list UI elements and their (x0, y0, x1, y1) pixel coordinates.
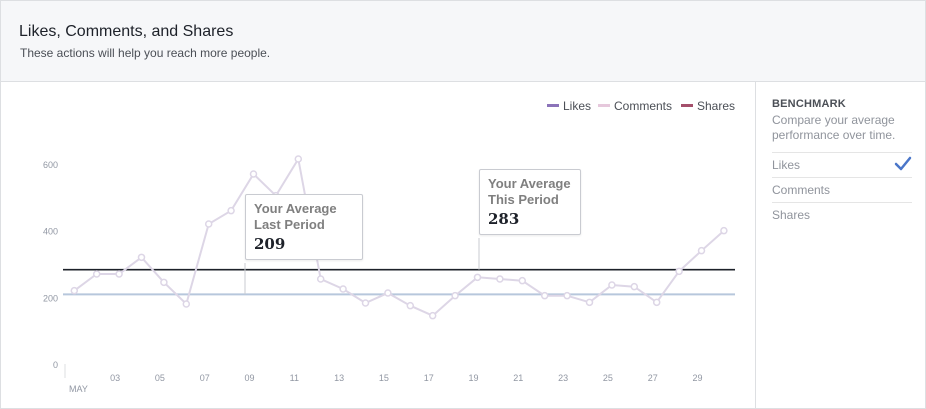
likes-data-point (294, 155, 303, 163)
x-tick-label: 03 (110, 373, 120, 383)
card-title: Likes, Comments, and Shares (19, 23, 234, 40)
x-tick-label: 29 (692, 373, 702, 383)
benchmark-panel: BENCHMARK Compare your average performan… (755, 82, 926, 408)
x-tick-label: 27 (648, 373, 658, 383)
likes-data-point (115, 270, 123, 278)
x-tick-label: 09 (244, 373, 254, 383)
likes-data-point (92, 270, 101, 278)
likes-data-point (697, 246, 706, 255)
likes-data-point (70, 286, 79, 295)
likes-data-point (473, 273, 482, 282)
y-tick-label: 400 (43, 227, 58, 237)
benchmark-option-label: Comments (772, 183, 831, 197)
card-header: Likes, Comments, and Shares These action… (1, 1, 925, 82)
benchmark-option-label: Likes (772, 158, 801, 172)
x-tick-label: 19 (468, 373, 478, 383)
benchmark-option-label: Shares (772, 208, 811, 222)
likes-data-point (249, 170, 258, 178)
x-tick-label: 13 (334, 373, 344, 383)
likes-data-point (585, 298, 594, 307)
likes-data-point (428, 311, 437, 320)
x-tick-label: 11 (290, 373, 299, 383)
chart-area: Likes Comments Shares 0 200 400 600 03 05 07 09… (1, 82, 754, 408)
likes-data-point (540, 291, 549, 300)
likes-data-point (675, 267, 683, 276)
tooltip-label-line1: Your Average (488, 176, 571, 191)
y-tick-label: 200 (43, 293, 58, 303)
y-tick-label: 600 (43, 160, 58, 170)
benchmark-title: BENCHMARK (772, 98, 846, 110)
likes-data-point (518, 276, 527, 285)
likes-data-point (137, 253, 146, 262)
x-sub-label: MAY (69, 384, 88, 394)
y-tick-label: 0 (53, 360, 58, 370)
checkmark-icon (894, 156, 912, 171)
likes-data-point (608, 281, 616, 289)
benchmark-option-comments[interactable]: Comments (772, 177, 912, 202)
likes-data-point (563, 291, 571, 300)
likes-data-point (451, 291, 459, 300)
likes-data-point (384, 289, 392, 297)
x-tick-label: 05 (155, 373, 165, 383)
likes-data-point (361, 299, 370, 307)
benchmark-description: Compare your average performance over ti… (772, 113, 896, 142)
x-tick-label: 07 (200, 373, 210, 383)
x-tick-label: 21 (513, 373, 523, 383)
line-chart: 0 200 400 600 03 05 07 09 11 13 15 17 19 21 23 25 27 29 MA… (43, 155, 735, 394)
card-subtitle: These actions will help you reach more p… (20, 46, 271, 60)
likes-data-point (182, 300, 191, 308)
likes-data-point (496, 275, 504, 283)
benchmark-option-shares[interactable]: Shares (772, 202, 912, 227)
x-tick-label: 17 (424, 373, 434, 383)
tooltip-label-line2: This Period (488, 192, 559, 207)
likes-comments-shares-card: Likes, Comments, and Shares These action… (0, 0, 926, 409)
tooltip-value: 283 (488, 210, 520, 228)
tooltip-this-period: Your Average This Period 283 (479, 169, 581, 235)
likes-data-point (720, 226, 728, 235)
tooltip-value: 209 (254, 235, 286, 253)
likes-data-point (227, 206, 235, 215)
likes-series-line (73, 156, 725, 317)
x-tick-label: 15 (379, 373, 389, 383)
tooltip-label-line2: Last Period (254, 217, 325, 232)
likes-data-point (652, 298, 661, 307)
x-tick-label: 23 (558, 373, 568, 383)
tooltip-label-line1: Your Average (254, 201, 337, 216)
x-tick-label: 25 (603, 373, 613, 383)
tooltip-last-period: Your Average Last Period 209 (245, 194, 363, 260)
likes-data-point (204, 220, 213, 228)
likes-data-point (339, 285, 347, 293)
likes-data-point (316, 275, 325, 283)
likes-data-point (160, 278, 168, 287)
benchmark-option-likes[interactable]: Likes (772, 152, 912, 177)
likes-data-point (630, 282, 639, 291)
likes-data-point (406, 301, 415, 310)
